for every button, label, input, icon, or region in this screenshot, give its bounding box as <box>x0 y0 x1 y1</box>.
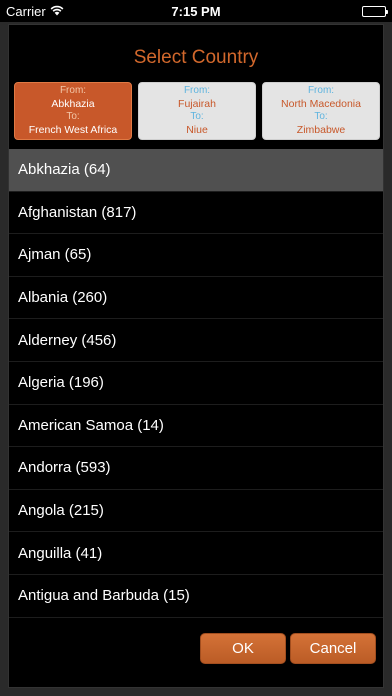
range-to-value: Niue <box>186 124 208 136</box>
list-item[interactable]: Algeria (196) <box>9 362 383 405</box>
status-left: Carrier <box>6 4 64 19</box>
ok-button[interactable]: OK <box>200 633 286 664</box>
list-item[interactable]: Abkhazia (64) <box>9 149 383 192</box>
range-from-value: Abkhazia <box>51 98 95 110</box>
country-list[interactable]: Abkhazia (64) Afghanistan (817) Ajman (6… <box>9 149 383 619</box>
list-item[interactable]: Anguilla (41) <box>9 532 383 575</box>
cancel-button[interactable]: Cancel <box>290 633 376 664</box>
range-from-label: From: <box>307 85 335 96</box>
dialog-footer: OK Cancel <box>9 617 383 687</box>
list-item[interactable]: Alderney (456) <box>9 319 383 362</box>
range-card-1[interactable]: From: Abkhazia To: French West Africa <box>14 82 132 140</box>
range-from-value: Fujairah <box>178 98 216 110</box>
range-from-label: From: <box>183 85 211 96</box>
list-item[interactable]: Andorra (593) <box>9 447 383 490</box>
list-item[interactable]: Albania (260) <box>9 277 383 320</box>
range-to-label: To: <box>66 111 80 122</box>
range-card-3[interactable]: From: North Macedonia To: Zimbabwe <box>262 82 380 140</box>
list-item[interactable]: Angola (215) <box>9 490 383 533</box>
status-right <box>362 5 388 17</box>
range-from-value: North Macedonia <box>281 98 361 110</box>
carrier-label: Carrier <box>6 3 46 19</box>
dialog-title: Select Country <box>133 47 259 68</box>
range-from-label: From: <box>59 85 87 96</box>
range-card-2[interactable]: From: Fujairah To: Niue <box>138 82 256 140</box>
list-item[interactable]: Antigua and Barbuda (15) <box>9 575 383 618</box>
list-item[interactable]: Afghanistan (817) <box>9 192 383 235</box>
range-to-label: To: <box>314 111 328 122</box>
list-item[interactable]: American Samoa (14) <box>9 405 383 448</box>
range-to-label: To: <box>190 111 204 122</box>
range-to-value: Zimbabwe <box>296 124 346 136</box>
range-to-value: French West Africa <box>28 124 118 136</box>
battery-icon <box>362 5 388 17</box>
select-country-dialog: Select Country From: Abkhazia To: French… <box>8 24 384 688</box>
wifi-icon <box>50 4 64 19</box>
status-bar: Carrier 7:15 PM <box>0 0 392 22</box>
list-item[interactable]: Ajman (65) <box>9 234 383 277</box>
range-selector: From: Abkhazia To: French West Africa Fr… <box>14 82 380 140</box>
